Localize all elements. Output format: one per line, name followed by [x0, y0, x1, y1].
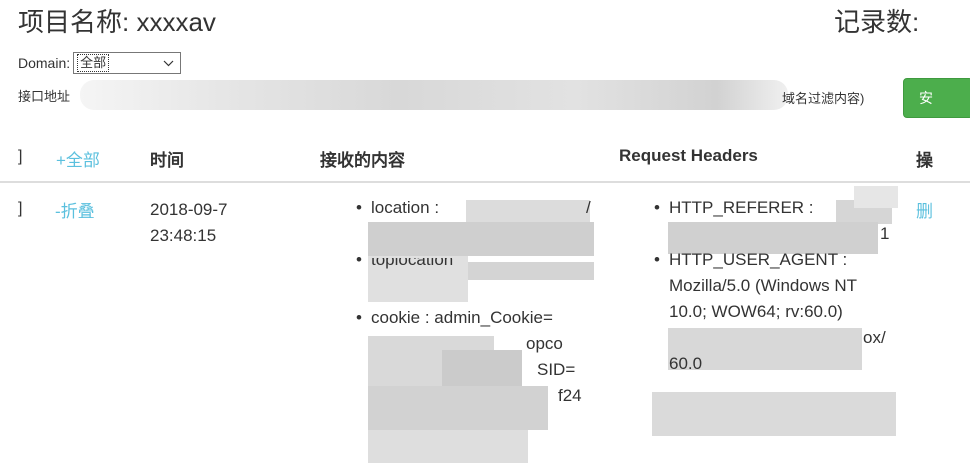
- received-content-list: location : / toplocation cookie : admin_…: [356, 195, 606, 405]
- api-address-label: 接口地址: [18, 89, 71, 104]
- chevron-down-icon: [163, 60, 174, 66]
- select-all-checkbox[interactable]: ]: [18, 148, 22, 166]
- record-count-label: 记录数:: [834, 7, 920, 37]
- content-item-cookie: cookie : admin_Cookie= opco SID= f24: [356, 305, 606, 405]
- redaction-mosaic: [368, 386, 548, 430]
- column-header-time: 时间: [150, 151, 184, 170]
- submit-button[interactable]: 安: [903, 78, 970, 118]
- api-address-input-redacted[interactable]: [80, 80, 788, 110]
- column-header-content: 接收的内容: [320, 151, 405, 170]
- content-item-toplocation: toplocation: [356, 247, 606, 305]
- domain-filter: Domain: 全部: [18, 52, 182, 74]
- redaction-mosaic: [368, 430, 528, 463]
- filter-hint: 域名过滤内容): [782, 91, 865, 106]
- row-timestamp: 2018-09-7 23:48:15: [150, 197, 228, 249]
- row-date: 2018-09-7: [150, 200, 228, 219]
- collapse-link[interactable]: -折叠: [55, 197, 95, 222]
- domain-select[interactable]: 全部: [73, 52, 182, 74]
- domain-label: Domain:: [18, 55, 71, 71]
- column-header-request-headers: Request Headers: [619, 146, 758, 165]
- row-time: 23:48:15: [150, 226, 217, 245]
- header-item-referer: HTTP_REFERER : 1: [654, 195, 904, 247]
- request-headers-list: HTTP_REFERER : 1 HTTP_USER_AGENT : Mozil…: [654, 195, 904, 377]
- column-header-actions: 操: [916, 151, 933, 170]
- expand-all-link[interactable]: +全部: [56, 146, 100, 171]
- page: 项目名称: xxxxav 记录数: Domain: 全部 接口地址 域名过滤内容…: [0, 0, 970, 463]
- domain-select-value: 全部: [77, 54, 110, 72]
- content-item-location: location : /: [356, 195, 606, 247]
- row-checkbox[interactable]: ]: [18, 200, 22, 218]
- header-divider: [0, 181, 970, 183]
- delete-link[interactable]: 删: [916, 197, 933, 222]
- header-item-user-agent: HTTP_USER_AGENT : Mozilla/5.0 (Windows N…: [654, 247, 904, 377]
- redaction-mosaic: [652, 392, 896, 436]
- project-title: 项目名称: xxxxav: [18, 7, 216, 37]
